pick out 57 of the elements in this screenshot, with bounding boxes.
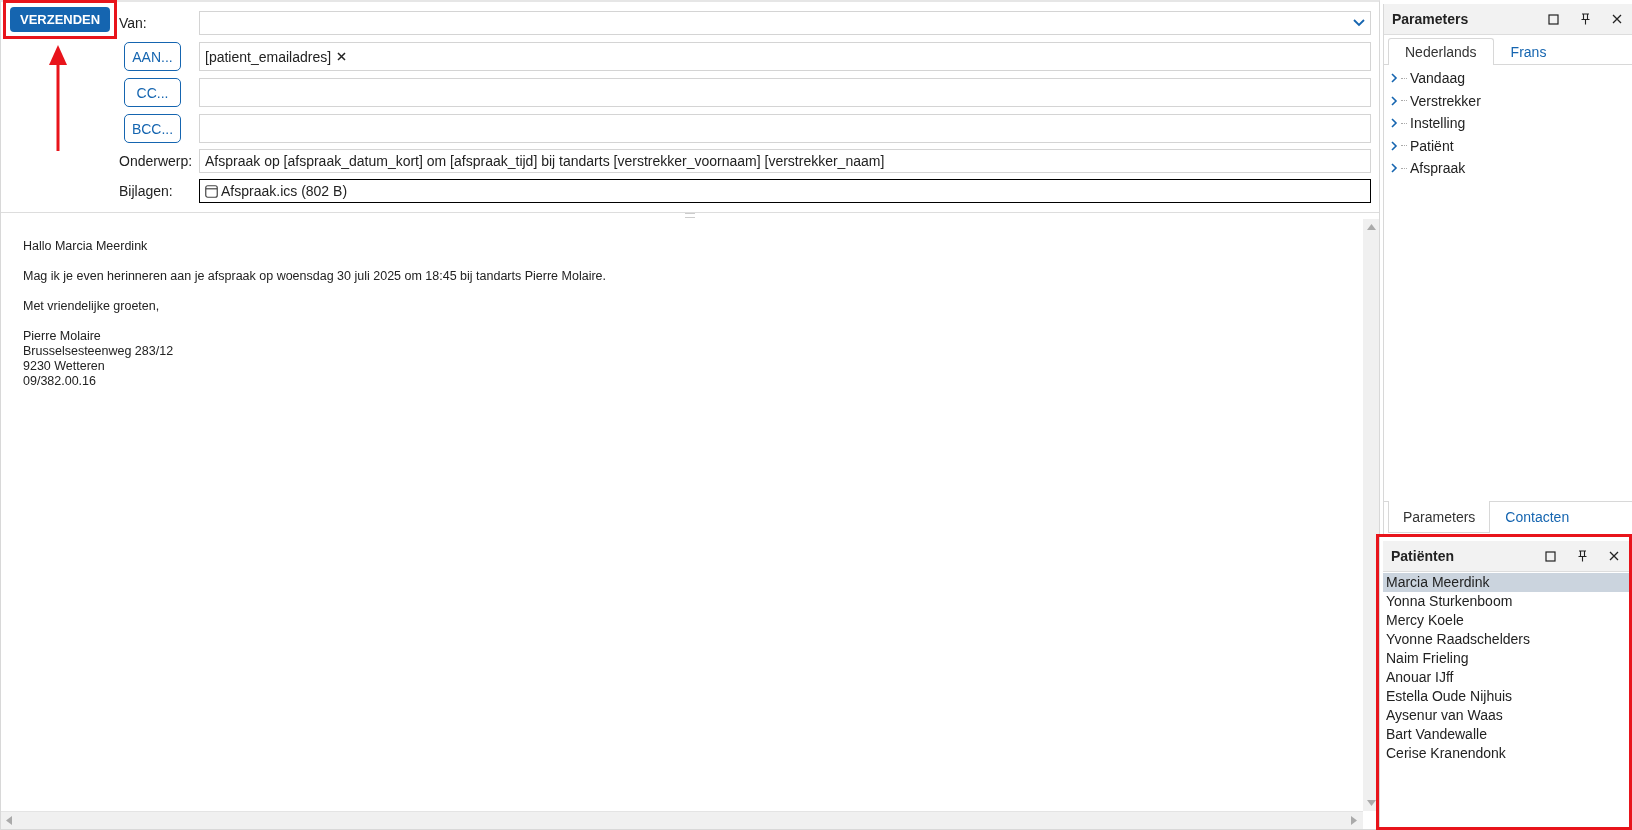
body-paragraph: Hallo Marcia Meerdink xyxy=(23,239,149,254)
patient-list-item[interactable]: Bart Vandewalle xyxy=(1383,725,1629,744)
tree-item[interactable]: Instelling xyxy=(1410,115,1466,132)
maximize-icon[interactable] xyxy=(1545,550,1556,562)
maximize-icon[interactable] xyxy=(1548,13,1559,25)
recipient-field[interactable]: [patient_emailadres] xyxy=(199,42,1371,71)
patient-list-item[interactable]: Aysenur van Waas xyxy=(1383,706,1629,725)
signature-line: 9230 Wetteren xyxy=(23,359,106,374)
patient-list-item[interactable]: Anouar IJff xyxy=(1383,668,1629,687)
signature-line: Brusselsesteenweg 283/12 xyxy=(23,344,175,359)
language-tab[interactable]: Frans xyxy=(1493,38,1564,65)
chevron-right-icon[interactable] xyxy=(1390,163,1398,174)
tree-item[interactable]: Afspraak xyxy=(1410,160,1466,177)
chevron-right-icon[interactable] xyxy=(1390,118,1398,129)
pin-icon[interactable] xyxy=(1581,13,1590,25)
chevron-right-icon[interactable] xyxy=(1390,140,1398,151)
recipient-button[interactable]: BCC... xyxy=(124,114,181,143)
panel-tab[interactable]: Parameters xyxy=(1388,501,1491,533)
subject-field[interactable]: Afspraak op [afspraak_datum_kort] om [afspraak_tijd] bij tandarts [verstrekker_voornaam] [verstrekker_naam] xyxy=(199,149,1371,173)
attachments-field[interactable]: Afspraak.ics (802 B) xyxy=(199,179,1371,203)
patient-list-item[interactable]: Mercy Koele xyxy=(1383,611,1629,630)
recipient-button[interactable]: CC... xyxy=(124,78,181,107)
body-paragraph: Mag ik je even herinneren aan je afspraak op woensdag 30 juli 2025 om 18:45 bij tandarts Pierre Molaire. xyxy=(23,269,607,284)
panel-title: Parameters xyxy=(1392,11,1469,27)
close-icon[interactable] xyxy=(337,52,347,61)
patient-list-item[interactable]: Estella Oude Nijhuis xyxy=(1383,687,1629,706)
panel-tab[interactable]: Contacten xyxy=(1490,501,1585,533)
panel-title: Patiënten xyxy=(1391,548,1454,564)
close-icon[interactable] xyxy=(1612,14,1622,24)
close-icon[interactable] xyxy=(1609,551,1619,561)
tree-item[interactable]: Patiënt xyxy=(1410,137,1454,154)
language-tab[interactable]: Nederlands xyxy=(1388,38,1494,65)
recipient-button[interactable]: AAN... xyxy=(124,42,181,71)
patient-list-item[interactable]: Naim Frieling xyxy=(1383,649,1629,668)
subject-label: Onderwerp: xyxy=(119,153,194,169)
attachments-label: Bijlagen: xyxy=(119,183,174,199)
window-icon xyxy=(205,184,218,198)
recipient-field[interactable] xyxy=(199,114,1371,143)
signature-line: 09/382.00.16 xyxy=(23,374,97,389)
chevron-right-icon[interactable] xyxy=(1390,95,1398,106)
tree-item[interactable]: Verstrekker xyxy=(1410,92,1481,109)
recipient-field[interactable] xyxy=(199,78,1371,107)
body-paragraph: Met vriendelijke groeten, xyxy=(23,299,161,314)
recipient-token: [patient_emailadres] xyxy=(205,48,332,65)
patient-list-item[interactable]: Cerise Kranendonk xyxy=(1383,744,1629,763)
signature-line: Pierre Molaire xyxy=(23,329,102,344)
from-label: Van: xyxy=(119,15,148,31)
pin-icon[interactable] xyxy=(1578,550,1587,562)
patient-list-item[interactable]: Yonna Sturkenboom xyxy=(1383,592,1629,611)
tree-item[interactable]: Vandaag xyxy=(1410,70,1465,87)
chevron-right-icon[interactable] xyxy=(1390,73,1398,84)
attachment-file[interactable]: Afspraak.ics (802 B) xyxy=(221,183,348,199)
chevron-down-icon xyxy=(1353,19,1365,27)
patient-list-item[interactable]: Marcia Meerdink xyxy=(1383,573,1629,592)
patient-list-item[interactable]: Yvonne Raadschelders xyxy=(1383,630,1629,649)
splitter-grip[interactable] xyxy=(685,213,695,218)
send-button[interactable]: VERZENDEN xyxy=(10,7,110,32)
